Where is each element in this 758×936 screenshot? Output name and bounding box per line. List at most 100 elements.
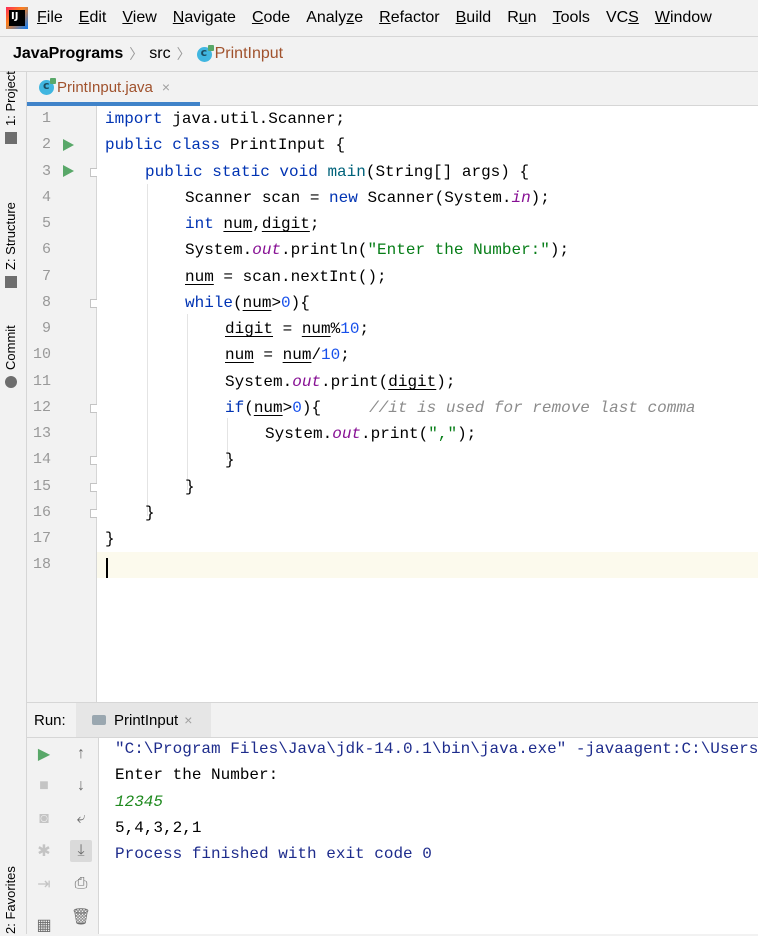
- commit-icon: [4, 376, 17, 388]
- code-line-15: }: [185, 478, 195, 496]
- indent-guide: [147, 184, 148, 516]
- code-line-17: }: [105, 530, 115, 548]
- breadcrumb-project[interactable]: JavaPrograms: [13, 45, 123, 63]
- soft-wrap-icon[interactable]: ⤶: [70, 808, 92, 830]
- line-number: 18: [32, 556, 51, 573]
- menu-navigate[interactable]: Navigate: [173, 9, 236, 27]
- layout-icon[interactable]: ▦: [33, 914, 55, 936]
- run-toolbar: ▶ ■ ◙ ✱ ⇥ ▦ ↑ ↓ ⤶ ⤓ ⎙ 🗑: [27, 738, 99, 934]
- stop-icon[interactable]: ■: [33, 775, 55, 797]
- console-prompt-line: Enter the Number:: [115, 766, 279, 784]
- tab-printinput-java[interactable]: PrintInput.java ×: [27, 72, 200, 106]
- current-line-highlight: [97, 552, 758, 578]
- intellij-logo-icon: IJ: [6, 7, 28, 29]
- run-console[interactable]: "C:\Program Files\Java\jdk-14.0.1\bin\ja…: [99, 738, 758, 934]
- code-line-2: public class PrintInput {: [105, 136, 346, 154]
- breadcrumb-folder[interactable]: src: [149, 45, 170, 63]
- menu-window[interactable]: Window: [655, 9, 712, 27]
- code-line-12: if(num>0){ //it is used for remove last …: [225, 399, 696, 417]
- code-editor[interactable]: import java.util.Scanner; public class P…: [97, 106, 758, 702]
- menu-file[interactable]: File: [37, 9, 63, 27]
- close-icon[interactable]: ×: [184, 712, 192, 728]
- line-number: 1: [41, 110, 51, 127]
- line-number: 3: [41, 163, 51, 180]
- scroll-to-end-icon[interactable]: ⤓: [70, 840, 92, 862]
- line-number: 12: [32, 399, 51, 416]
- java-class-icon: [196, 44, 214, 62]
- menu-build[interactable]: Build: [456, 9, 492, 27]
- line-number: 16: [32, 504, 51, 521]
- close-icon[interactable]: ×: [162, 79, 170, 95]
- run-icon[interactable]: ▶: [33, 743, 55, 765]
- line-number: 8: [41, 294, 51, 311]
- code-line-4: Scanner scan = new Scanner(System.in);: [185, 189, 550, 207]
- login-icon[interactable]: ⇥: [33, 873, 55, 895]
- project-tool-button[interactable]: 1: Project: [3, 71, 18, 144]
- editor-gutter: 1 2 3 4 5 6 7 8 9 10 11 12 13 14 15 16 1…: [27, 106, 99, 702]
- code-line-14: }: [225, 451, 235, 469]
- line-number: 2: [41, 136, 51, 153]
- console-output-line: 5,4,3,2,1: [115, 819, 202, 837]
- breadcrumb: JavaPrograms 〉 src 〉 PrintInput: [0, 36, 758, 72]
- code-line-13: System.out.print(",");: [265, 425, 477, 443]
- java-class-icon: [39, 77, 56, 95]
- line-number: 5: [41, 215, 51, 232]
- folder-icon: [4, 132, 17, 144]
- code-line-10: num = num/10;: [225, 346, 350, 364]
- line-number: 9: [41, 320, 51, 337]
- code-line-5: int num,digit;: [185, 215, 320, 233]
- tab-run-printinput[interactable]: PrintInput ×: [76, 703, 211, 737]
- editor-tabbar: PrintInput.java ×: [27, 72, 758, 106]
- menu-view[interactable]: View: [122, 9, 156, 27]
- console-input-line: 12345: [115, 793, 164, 811]
- structure-icon: [4, 276, 17, 288]
- run-panel-header: Run: PrintInput ×: [27, 702, 758, 738]
- line-number: 15: [32, 478, 51, 495]
- code-line-1: import java.util.Scanner;: [105, 110, 346, 128]
- menu-vcs[interactable]: VCS: [606, 9, 639, 27]
- indent-guide: [187, 314, 188, 490]
- code-line-9: digit = num%10;: [225, 320, 370, 338]
- code-line-6: System.out.println("Enter the Number:");: [185, 241, 570, 259]
- left-tool-strip: 1: Project Z: Structure Commit 2: Favori…: [0, 71, 27, 934]
- breadcrumb-separator-icon: 〉: [176, 46, 191, 62]
- menu-refactor[interactable]: Refactor: [379, 9, 439, 27]
- trash-icon[interactable]: 🗑: [70, 906, 92, 928]
- structure-tool-button[interactable]: Z: Structure: [3, 202, 18, 288]
- code-line-16: }: [145, 504, 155, 522]
- run-gutter-icon[interactable]: [63, 139, 74, 151]
- camera-icon[interactable]: ◙: [33, 808, 55, 830]
- arrow-up-icon[interactable]: ↑: [70, 743, 92, 765]
- run-config-icon: [92, 715, 106, 725]
- print-icon[interactable]: ⎙: [70, 873, 92, 895]
- commit-tool-button[interactable]: Commit: [3, 325, 18, 388]
- code-line-8: while(num>0){: [185, 294, 310, 312]
- line-number: 17: [32, 530, 51, 547]
- code-line-3: public static void main(String[] args) {: [145, 163, 530, 181]
- line-number: 4: [41, 189, 51, 206]
- debug-icon[interactable]: ✱: [33, 840, 55, 862]
- arrow-down-icon[interactable]: ↓: [70, 775, 92, 797]
- menubar: IJ File Edit View Navigate Code Analyze …: [0, 0, 758, 36]
- run-gutter-icon[interactable]: [63, 165, 74, 177]
- menu-analyze[interactable]: Analyze: [306, 9, 363, 27]
- console-exit-line: Process finished with exit code 0: [115, 845, 432, 863]
- breadcrumb-file[interactable]: PrintInput: [215, 45, 283, 63]
- code-line-11: System.out.print(digit);: [225, 373, 456, 391]
- line-number: 13: [32, 425, 51, 442]
- menu-run[interactable]: Run: [507, 9, 536, 27]
- code-line-7: num = scan.nextInt();: [185, 268, 387, 286]
- console-command-line: "C:\Program Files\Java\jdk-14.0.1\bin\ja…: [115, 740, 758, 758]
- menu-code[interactable]: Code: [252, 9, 290, 27]
- run-panel-label: Run:: [34, 711, 66, 729]
- line-number: 7: [41, 268, 51, 285]
- line-number: 14: [32, 451, 51, 468]
- line-number: 11: [32, 373, 51, 390]
- favorites-tool-button[interactable]: 2: Favorites: [3, 866, 18, 934]
- breadcrumb-separator-icon: 〉: [129, 46, 144, 62]
- text-caret: [106, 558, 108, 578]
- menu-tools[interactable]: Tools: [553, 9, 590, 27]
- menu-edit[interactable]: Edit: [79, 9, 107, 27]
- line-number: 6: [41, 241, 51, 258]
- line-number: 10: [32, 346, 51, 363]
